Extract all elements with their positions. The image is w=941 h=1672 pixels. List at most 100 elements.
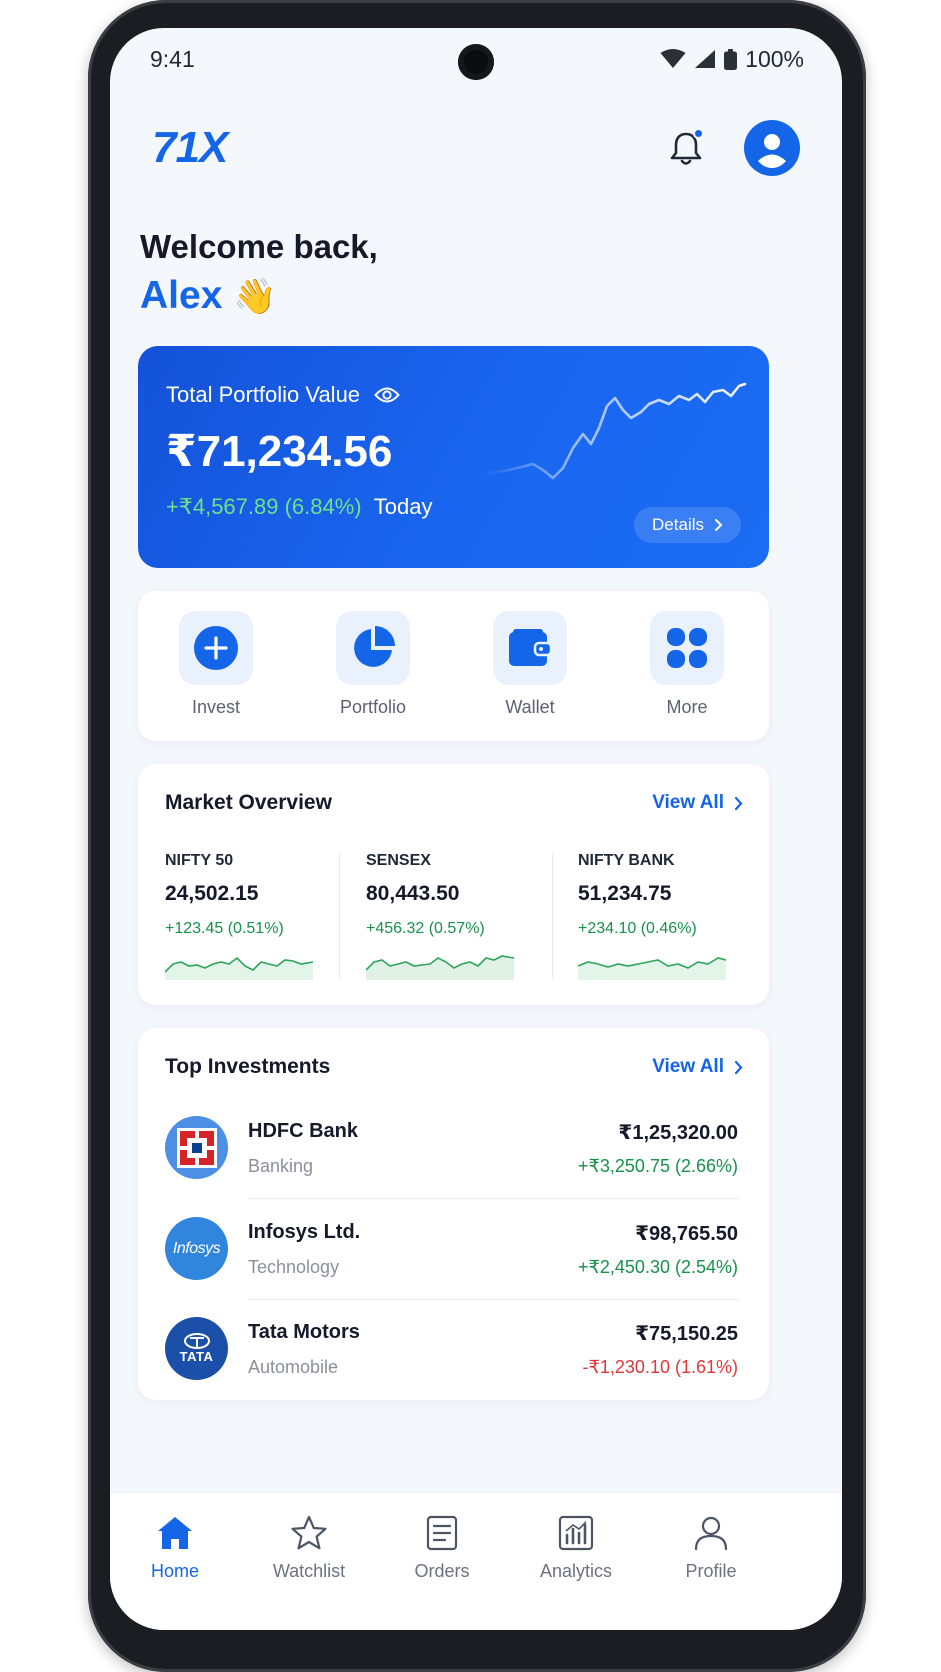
portfolio-trend-chart: [483, 382, 747, 480]
infosys-logo-text: Infosys: [172, 1239, 221, 1257]
chevron-right-icon: [715, 519, 723, 531]
app-logo[interactable]: 71X: [152, 123, 228, 173]
quick-actions-card: Invest Portfolio Wallet More: [138, 591, 769, 741]
index-sparkline: [366, 955, 514, 980]
market-overview-title: Market Overview: [165, 791, 332, 814]
battery-percentage: 100%: [745, 45, 804, 72]
nav-label: Analytics: [539, 1561, 613, 1581]
battery-icon: [724, 48, 738, 70]
app-screen: 9:41 100% 71X Welcome back, Alex 👋 Total…: [110, 28, 842, 1630]
portfolio-change-value: +₹4,567.89 (6.84%): [166, 494, 362, 519]
investment-row-hdfc-bank[interactable]: HDFC Bank Banking ₹1,25,320.00 +₹3,250.7…: [165, 1116, 738, 1206]
portfolio-change-period: Today: [373, 494, 433, 519]
notification-badge: [693, 128, 704, 139]
quick-action-label: Wallet: [505, 697, 555, 717]
index-divider: [339, 854, 340, 978]
index-name: SENSEX: [366, 852, 431, 869]
nav-profile[interactable]: Profile: [656, 1515, 766, 1582]
wallet-icon: [493, 611, 567, 685]
market-overview-card: Market Overview View All NIFTY 50 24,502…: [138, 764, 769, 1005]
nav-label: Home: [150, 1561, 199, 1581]
investment-name: Infosys Ltd.: [248, 1221, 361, 1243]
chevron-right-icon: [734, 1060, 743, 1074]
top-investments-card: Top Investments View All HDFC Bank Banki…: [138, 1028, 769, 1400]
index-name: NIFTY 50: [165, 852, 234, 869]
index-nifty-50[interactable]: NIFTY 50 24,502.15 +123.45 (0.51%): [165, 852, 284, 938]
index-name: NIFTY BANK: [578, 852, 675, 869]
investments-view-all-link[interactable]: View All: [652, 1056, 743, 1078]
index-value: 51,234.75: [578, 882, 672, 905]
user-name-text: Alex: [140, 274, 223, 317]
plus-circle-icon: [179, 611, 253, 685]
chevron-right-icon: [734, 796, 743, 810]
investment-row-tata-motors[interactable]: TATA Tata Motors Automobile ₹75,150.25 -…: [165, 1317, 738, 1407]
portfolio-summary-card[interactable]: Total Portfolio Value ₹71,234.56 +₹4,567…: [138, 346, 769, 568]
tata-emblem-icon: [183, 1333, 210, 1349]
welcome-text: Welcome back,: [140, 228, 378, 265]
pie-chart-icon: [336, 611, 410, 685]
grid-icon: [650, 611, 724, 685]
quick-action-more[interactable]: More: [637, 611, 737, 718]
index-sensex[interactable]: SENSEX 80,443.50 +456.32 (0.57%): [366, 852, 485, 938]
infosys-logo: Infosys: [165, 1217, 228, 1280]
quick-action-portfolio[interactable]: Portfolio: [323, 611, 423, 718]
waving-hand-icon: 👋: [233, 277, 277, 316]
portfolio-details-button[interactable]: Details: [634, 507, 741, 543]
index-change: +456.32 (0.57%): [366, 920, 485, 937]
portfolio-change: +₹4,567.89 (6.84%) Today: [166, 494, 432, 520]
portfolio-label-text: Total Portfolio Value: [166, 382, 361, 407]
notifications-button[interactable]: [664, 126, 708, 170]
quick-action-wallet[interactable]: Wallet: [480, 611, 580, 718]
profile-icon: [694, 1516, 728, 1551]
index-change: +234.10 (0.46%): [578, 920, 697, 937]
investment-sector: Banking: [248, 1156, 314, 1176]
portfolio-label: Total Portfolio Value: [166, 382, 400, 408]
market-view-all-link[interactable]: View All: [652, 792, 743, 814]
tata-logo-text: TATA: [179, 1349, 214, 1364]
view-all-label: View All: [652, 1056, 724, 1077]
portfolio-value: ₹71,234.56: [166, 427, 393, 476]
investment-change: -₹1,230.10 (1.61%): [582, 1357, 738, 1377]
user-name: Alex 👋: [140, 274, 277, 318]
index-nifty-bank[interactable]: NIFTY BANK 51,234.75 +234.10 (0.46%): [578, 852, 697, 938]
view-all-label: View All: [652, 792, 724, 813]
nav-watchlist[interactable]: Watchlist: [254, 1515, 364, 1582]
investment-amount: ₹98,765.50: [635, 1223, 738, 1245]
investment-sector: Automobile: [248, 1357, 339, 1377]
status-time: 9:41: [150, 45, 195, 72]
tata-motors-logo: TATA: [165, 1317, 228, 1380]
nav-orders[interactable]: Orders: [387, 1515, 497, 1582]
quick-action-label: Portfolio: [339, 697, 407, 717]
eye-icon[interactable]: [374, 386, 400, 404]
index-value: 24,502.15: [165, 882, 259, 905]
investment-change: +₹3,250.75 (2.66%): [577, 1156, 738, 1176]
profile-avatar-button[interactable]: [744, 120, 800, 176]
wifi-icon: [660, 49, 686, 68]
index-divider: [552, 854, 553, 978]
home-icon: [158, 1517, 192, 1549]
app-header: 71X: [152, 110, 800, 186]
nav-label: Watchlist: [272, 1561, 346, 1581]
nav-analytics[interactable]: Analytics: [521, 1515, 631, 1582]
index-value: 80,443.50: [366, 882, 460, 905]
index-change: +123.45 (0.51%): [165, 920, 284, 937]
analytics-icon: [558, 1515, 594, 1551]
header-actions: [664, 120, 800, 176]
hdfc-bank-logo: [165, 1116, 228, 1179]
row-divider: [248, 1198, 739, 1199]
details-label: Details: [652, 515, 704, 534]
investment-row-infosys[interactable]: Infosys Infosys Ltd. Technology ₹98,765.…: [165, 1217, 738, 1307]
investment-amount: ₹75,150.25: [635, 1323, 738, 1345]
quick-action-label: Invest: [191, 697, 241, 717]
investment-change: +₹2,450.30 (2.54%): [577, 1257, 738, 1277]
index-sparkline: [165, 956, 313, 980]
nav-home[interactable]: Home: [120, 1515, 230, 1582]
nav-label: Orders: [414, 1561, 470, 1581]
status-indicators: 100%: [660, 46, 804, 73]
investment-name: Tata Motors: [248, 1321, 360, 1343]
quick-action-invest[interactable]: Invest: [166, 611, 266, 718]
user-icon: [758, 134, 786, 168]
investment-name: HDFC Bank: [248, 1120, 359, 1142]
star-icon: [291, 1515, 327, 1550]
cellular-signal-icon: [695, 50, 716, 68]
